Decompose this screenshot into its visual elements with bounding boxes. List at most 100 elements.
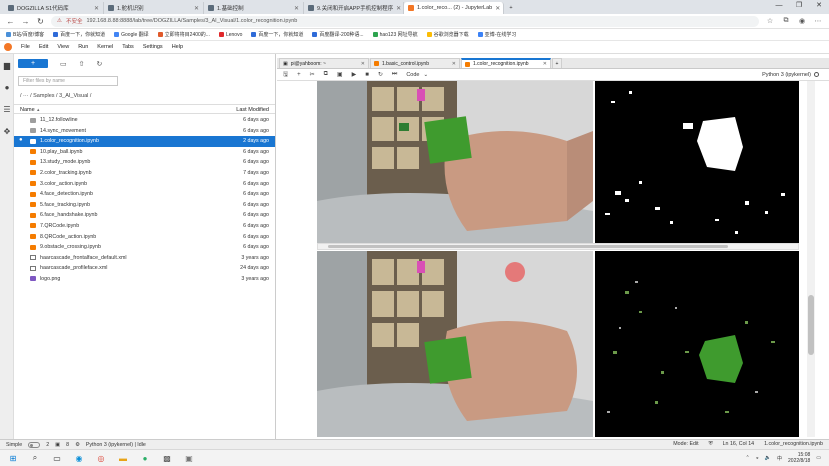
profile-icon[interactable]: ◉: [797, 17, 807, 25]
browser-tab[interactable]: 9.关闭和开启APP手机控制程序 ✕: [304, 2, 404, 14]
new-folder-icon[interactable]: ▭: [60, 60, 67, 68]
refresh-icon[interactable]: ↻: [97, 60, 103, 68]
browser-tab[interactable]: DOGZILLA S1代码库 ✕: [4, 2, 104, 14]
file-list-item[interactable]: 14.sync_movement 6 days ago: [14, 126, 275, 137]
scroll-thumb[interactable]: [808, 295, 814, 355]
cell-type-select[interactable]: Code ⌄: [406, 72, 428, 78]
network-icon[interactable]: ◒: [756, 455, 759, 461]
save-icon[interactable]: 🖫: [283, 70, 288, 80]
new-notebook-tab-button[interactable]: +: [552, 58, 562, 68]
commands-icon[interactable]: ☰: [0, 98, 14, 120]
bookmark-item[interactable]: B站/百度/博客: [6, 31, 44, 38]
file-list-item[interactable]: 3.color_action.ipynb 6 days ago: [14, 179, 275, 190]
upload-icon[interactable]: ⇧: [79, 60, 85, 68]
bookmark-item[interactable]: 谷歌浏览器下载: [426, 31, 469, 38]
close-icon[interactable]: ✕: [396, 5, 401, 12]
back-icon[interactable]: ←: [6, 17, 15, 26]
menu-edit[interactable]: Edit: [39, 44, 48, 50]
app-icon[interactable]: ▣: [184, 453, 194, 463]
file-list-item[interactable]: 2.color_tracking.ipynb 7 days ago: [14, 168, 275, 179]
chrome-icon[interactable]: ◎: [96, 453, 106, 463]
file-list-item[interactable]: 13.study_mode.ipynb 6 days ago: [14, 157, 275, 168]
more-icon[interactable]: ⋯: [813, 17, 823, 25]
notebook-tab[interactable]: ▣ pi@yahboom: ~ ✕: [279, 58, 369, 68]
kernel-indicator[interactable]: Python 3 (ipykernel): [762, 72, 819, 78]
close-icon[interactable]: ✕: [361, 61, 365, 67]
menu-tabs[interactable]: Tabs: [122, 44, 134, 50]
run-icon[interactable]: ▶: [352, 71, 357, 78]
copy-icon[interactable]: ⧉: [324, 71, 328, 78]
paste-icon[interactable]: ▣: [337, 71, 343, 78]
modified-column-header[interactable]: Last Modified: [236, 107, 269, 113]
search-icon[interactable]: ⌕: [30, 453, 40, 463]
breadcrumb[interactable]: / ··· / Samples / 3_AI_Visual /: [20, 93, 91, 99]
app-icon[interactable]: ▩: [162, 453, 172, 463]
new-launcher-button[interactable]: +: [18, 59, 48, 68]
filter-input[interactable]: Filter files by name: [18, 76, 118, 86]
kernel-status-text[interactable]: Python 3 (ipykernel) | Idle: [86, 442, 146, 448]
file-list-item[interactable]: logo.png 3 years ago: [14, 274, 275, 285]
fast-forward-icon[interactable]: ⏭: [392, 71, 397, 78]
bookmark-item[interactable]: Lenovo: [218, 32, 242, 38]
scroll-thumb[interactable]: [328, 245, 728, 248]
close-icon[interactable]: ✕: [194, 5, 199, 12]
insert-cell-icon[interactable]: +: [297, 72, 301, 78]
close-icon[interactable]: ✕: [495, 5, 500, 12]
bookmark-item[interactable]: 百度一下，你就知道: [53, 31, 105, 38]
menu-file[interactable]: File: [21, 44, 30, 50]
wechat-icon[interactable]: ●: [140, 453, 150, 463]
file-list-item[interactable]: haarcascade_frontalface_default.xml 3 yea…: [14, 253, 275, 264]
notebook-tab[interactable]: 1.color_recognition.ipynb ✕: [461, 58, 551, 68]
collections-icon[interactable]: ⧉: [781, 17, 791, 25]
keyboard-icon[interactable]: 中: [777, 455, 782, 462]
file-list-item[interactable]: 7.QRCode.ipynb 6 days ago: [14, 221, 275, 232]
name-column-header[interactable]: Name ▲: [20, 107, 40, 113]
folder-icon[interactable]: ▆: [0, 54, 14, 76]
bookmark-item[interactable]: 百度一下，你就知道: [251, 31, 303, 38]
browser-tab[interactable]: 1.舵机识别 ✕: [104, 2, 204, 14]
bookmark-item[interactable]: Google 翻译: [114, 31, 149, 38]
extensions-icon[interactable]: ✥: [0, 120, 14, 142]
file-list-item[interactable]: 10.play_ball.ipynb 6 days ago: [14, 147, 275, 158]
file-list-item[interactable]: ● 1.color_recognition.ipynb 2 days ago: [14, 136, 275, 147]
notebook-tab[interactable]: 1.basic_control.ipynb ✕: [370, 58, 460, 68]
bookmark-item[interactable]: 亚博-在线学习: [477, 31, 516, 38]
edge-browser-icon[interactable]: ◉: [74, 453, 84, 463]
star-icon[interactable]: ☆: [765, 17, 775, 25]
file-list-item[interactable]: 6.face_handshake.ipynb 6 days ago: [14, 210, 275, 221]
chevron-up-icon[interactable]: ⌃: [746, 455, 750, 461]
bookmark-item[interactable]: hao123 网址导航: [372, 31, 418, 38]
close-icon[interactable]: ✕: [94, 5, 99, 12]
bookmark-item[interactable]: 百度翻译-200种语...: [312, 31, 364, 38]
new-tab-button[interactable]: +: [504, 2, 518, 14]
file-explorer-icon[interactable]: ▬: [118, 453, 128, 463]
cut-icon[interactable]: ✂: [310, 71, 315, 78]
notification-icon[interactable]: ▭: [816, 455, 821, 461]
menu-kernel[interactable]: Kernel: [97, 44, 113, 50]
menu-view[interactable]: View: [57, 44, 69, 50]
restart-icon[interactable]: ↻: [378, 71, 383, 78]
close-icon[interactable]: ✕: [543, 61, 547, 67]
file-list-item[interactable]: 5.face_tracking.ipynb 6 days ago: [14, 200, 275, 211]
menu-help[interactable]: Help: [172, 44, 183, 50]
file-list-item[interactable]: 4.face_detection.ipynb 6 days ago: [14, 189, 275, 200]
horizontal-scrollbar[interactable]: [317, 243, 799, 250]
file-list-item[interactable]: 11_12.followline 6 days ago: [14, 115, 275, 126]
file-list-item[interactable]: 9.obstacle_crossing.ipynb 6 days ago: [14, 242, 275, 253]
running-icon[interactable]: ●: [0, 76, 14, 98]
browser-tab[interactable]: 1.基础控制 ✕: [204, 2, 304, 14]
browser-tab[interactable]: 1.color_reco... (2) - JupyterLab ✕: [404, 2, 504, 14]
volume-icon[interactable]: 🔈: [765, 455, 771, 461]
file-list-item[interactable]: haarcascade_profileface.xml 24 days ago: [14, 263, 275, 274]
close-icon[interactable]: ✕: [294, 5, 299, 12]
cursor-position[interactable]: Ln 16, Col 14: [723, 441, 755, 448]
task-view-icon[interactable]: ▭: [52, 453, 62, 463]
minimize-button[interactable]: —: [769, 0, 789, 12]
maximize-button[interactable]: ❐: [789, 0, 809, 12]
forward-icon[interactable]: →: [21, 17, 30, 26]
stop-icon[interactable]: ■: [365, 72, 369, 78]
close-icon[interactable]: ✕: [452, 61, 456, 67]
vertical-scrollbar[interactable]: [807, 81, 815, 437]
clock[interactable]: 15:08 2022/8/18: [788, 452, 810, 464]
simple-mode-toggle[interactable]: [28, 441, 41, 448]
